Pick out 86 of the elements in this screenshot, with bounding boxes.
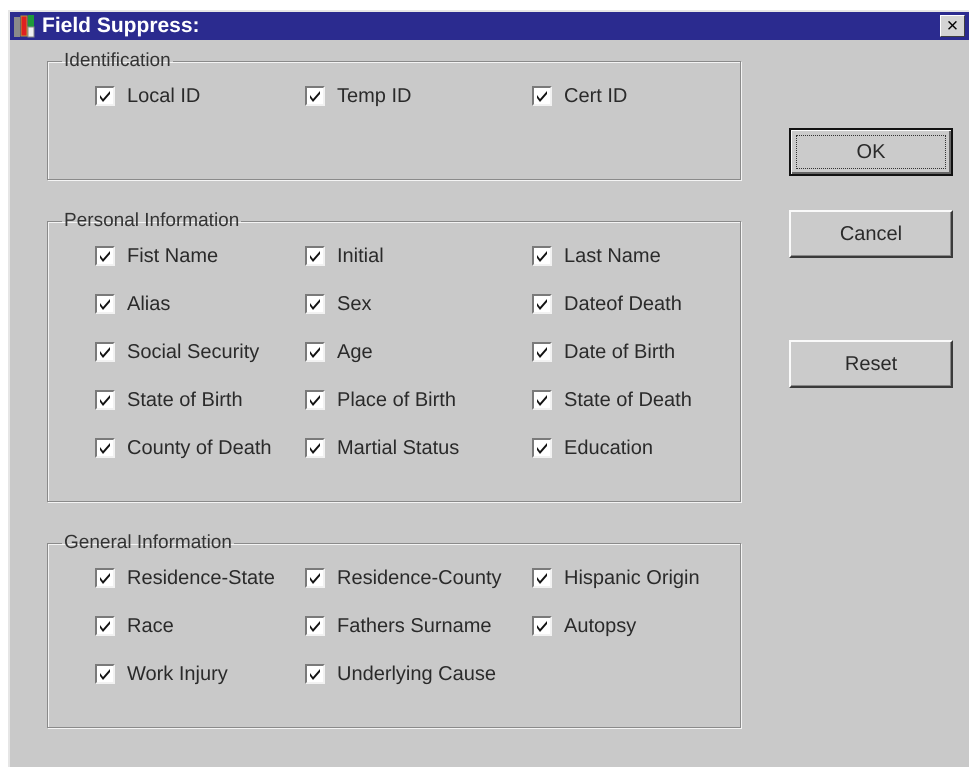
checkbox-label: Fist Name bbox=[127, 244, 218, 268]
window-title: Field Suppress: bbox=[42, 14, 201, 38]
checkbox-label: Residence-County bbox=[337, 566, 502, 590]
checkbox[interactable] bbox=[532, 390, 552, 410]
check-icon bbox=[535, 297, 549, 311]
checkbox-label: Local ID bbox=[127, 84, 200, 108]
checkbox-label: Last Name bbox=[564, 244, 661, 268]
checkbox[interactable] bbox=[532, 568, 552, 588]
checkbox-label: Underlying Cause bbox=[337, 662, 496, 686]
checkbox-label: Martial Status bbox=[337, 436, 460, 460]
checkbox[interactable] bbox=[95, 294, 115, 314]
check-icon bbox=[98, 89, 112, 103]
checkbox-label: State of Death bbox=[564, 388, 692, 412]
checkbox[interactable] bbox=[95, 438, 115, 458]
checkbox-label: Sex bbox=[337, 292, 372, 316]
checkbox-label: Place of Birth bbox=[337, 388, 456, 412]
checkbox[interactable] bbox=[95, 342, 115, 362]
check-icon bbox=[535, 249, 549, 263]
checkbox-label: Residence-State bbox=[127, 566, 275, 590]
checkbox[interactable] bbox=[532, 86, 552, 106]
check-icon bbox=[98, 249, 112, 263]
check-icon bbox=[98, 667, 112, 681]
checkbox-label: Race bbox=[127, 614, 174, 638]
check-icon bbox=[535, 89, 549, 103]
check-icon bbox=[308, 393, 322, 407]
group-title: Identification bbox=[63, 50, 172, 72]
check-icon bbox=[535, 393, 549, 407]
dialog-button[interactable]: Reset bbox=[789, 340, 953, 388]
check-icon bbox=[535, 571, 549, 585]
checkbox[interactable] bbox=[532, 438, 552, 458]
check-icon bbox=[308, 571, 322, 585]
checkbox[interactable] bbox=[305, 438, 325, 458]
checkbox[interactable] bbox=[305, 390, 325, 410]
checkbox-label: Date of Birth bbox=[564, 340, 676, 364]
check-icon bbox=[308, 667, 322, 681]
checkbox[interactable] bbox=[95, 616, 115, 636]
checkbox[interactable] bbox=[95, 568, 115, 588]
checkbox-label: State of Birth bbox=[127, 388, 243, 412]
close-button[interactable]: × bbox=[940, 15, 965, 37]
check-icon bbox=[98, 441, 112, 455]
checkbox[interactable] bbox=[532, 246, 552, 266]
default-button[interactable]: OK bbox=[789, 128, 953, 176]
checkbox[interactable] bbox=[532, 342, 552, 362]
checkbox[interactable] bbox=[305, 342, 325, 362]
checkbox[interactable] bbox=[305, 246, 325, 266]
checkbox-label: Cert ID bbox=[564, 84, 628, 108]
group-title: Personal Information bbox=[63, 210, 240, 232]
check-icon bbox=[98, 571, 112, 585]
dialog-button[interactable]: Cancel bbox=[789, 210, 953, 258]
checkbox[interactable] bbox=[95, 86, 115, 106]
checkbox-label: Education bbox=[564, 436, 653, 460]
check-icon bbox=[535, 441, 549, 455]
checkbox-label: Hispanic Origin bbox=[564, 566, 700, 590]
checkbox-label: Alias bbox=[127, 292, 170, 316]
check-icon bbox=[308, 89, 322, 103]
checkbox-label: Dateof Death bbox=[564, 292, 682, 316]
checkbox-label: Age bbox=[337, 340, 373, 364]
checkbox-label: Fathers Surname bbox=[337, 614, 492, 638]
check-icon bbox=[98, 297, 112, 311]
check-icon bbox=[308, 249, 322, 263]
check-icon bbox=[535, 619, 549, 633]
checkbox[interactable] bbox=[532, 616, 552, 636]
check-icon bbox=[308, 345, 322, 359]
group-title: General Information bbox=[63, 532, 233, 554]
checkbox-label: Temp ID bbox=[337, 84, 412, 108]
checkbox[interactable] bbox=[305, 616, 325, 636]
check-icon bbox=[98, 393, 112, 407]
checkbox[interactable] bbox=[95, 390, 115, 410]
checkbox[interactable] bbox=[305, 294, 325, 314]
check-icon bbox=[98, 345, 112, 359]
check-icon bbox=[308, 441, 322, 455]
checkbox[interactable] bbox=[305, 664, 325, 684]
checkbox[interactable] bbox=[305, 568, 325, 588]
checkbox-label: Initial bbox=[337, 244, 384, 268]
check-icon bbox=[535, 345, 549, 359]
check-icon bbox=[308, 297, 322, 311]
checkbox[interactable] bbox=[532, 294, 552, 314]
checkbox-label: County of Death bbox=[127, 436, 272, 460]
checkbox-label: Social Security bbox=[127, 340, 260, 364]
checkbox-label: Work Injury bbox=[127, 662, 228, 686]
checkbox[interactable] bbox=[95, 246, 115, 266]
check-icon bbox=[308, 619, 322, 633]
checkbox-label: Autopsy bbox=[564, 614, 636, 638]
check-icon bbox=[98, 619, 112, 633]
checkbox[interactable] bbox=[95, 664, 115, 684]
checkbox[interactable] bbox=[305, 86, 325, 106]
